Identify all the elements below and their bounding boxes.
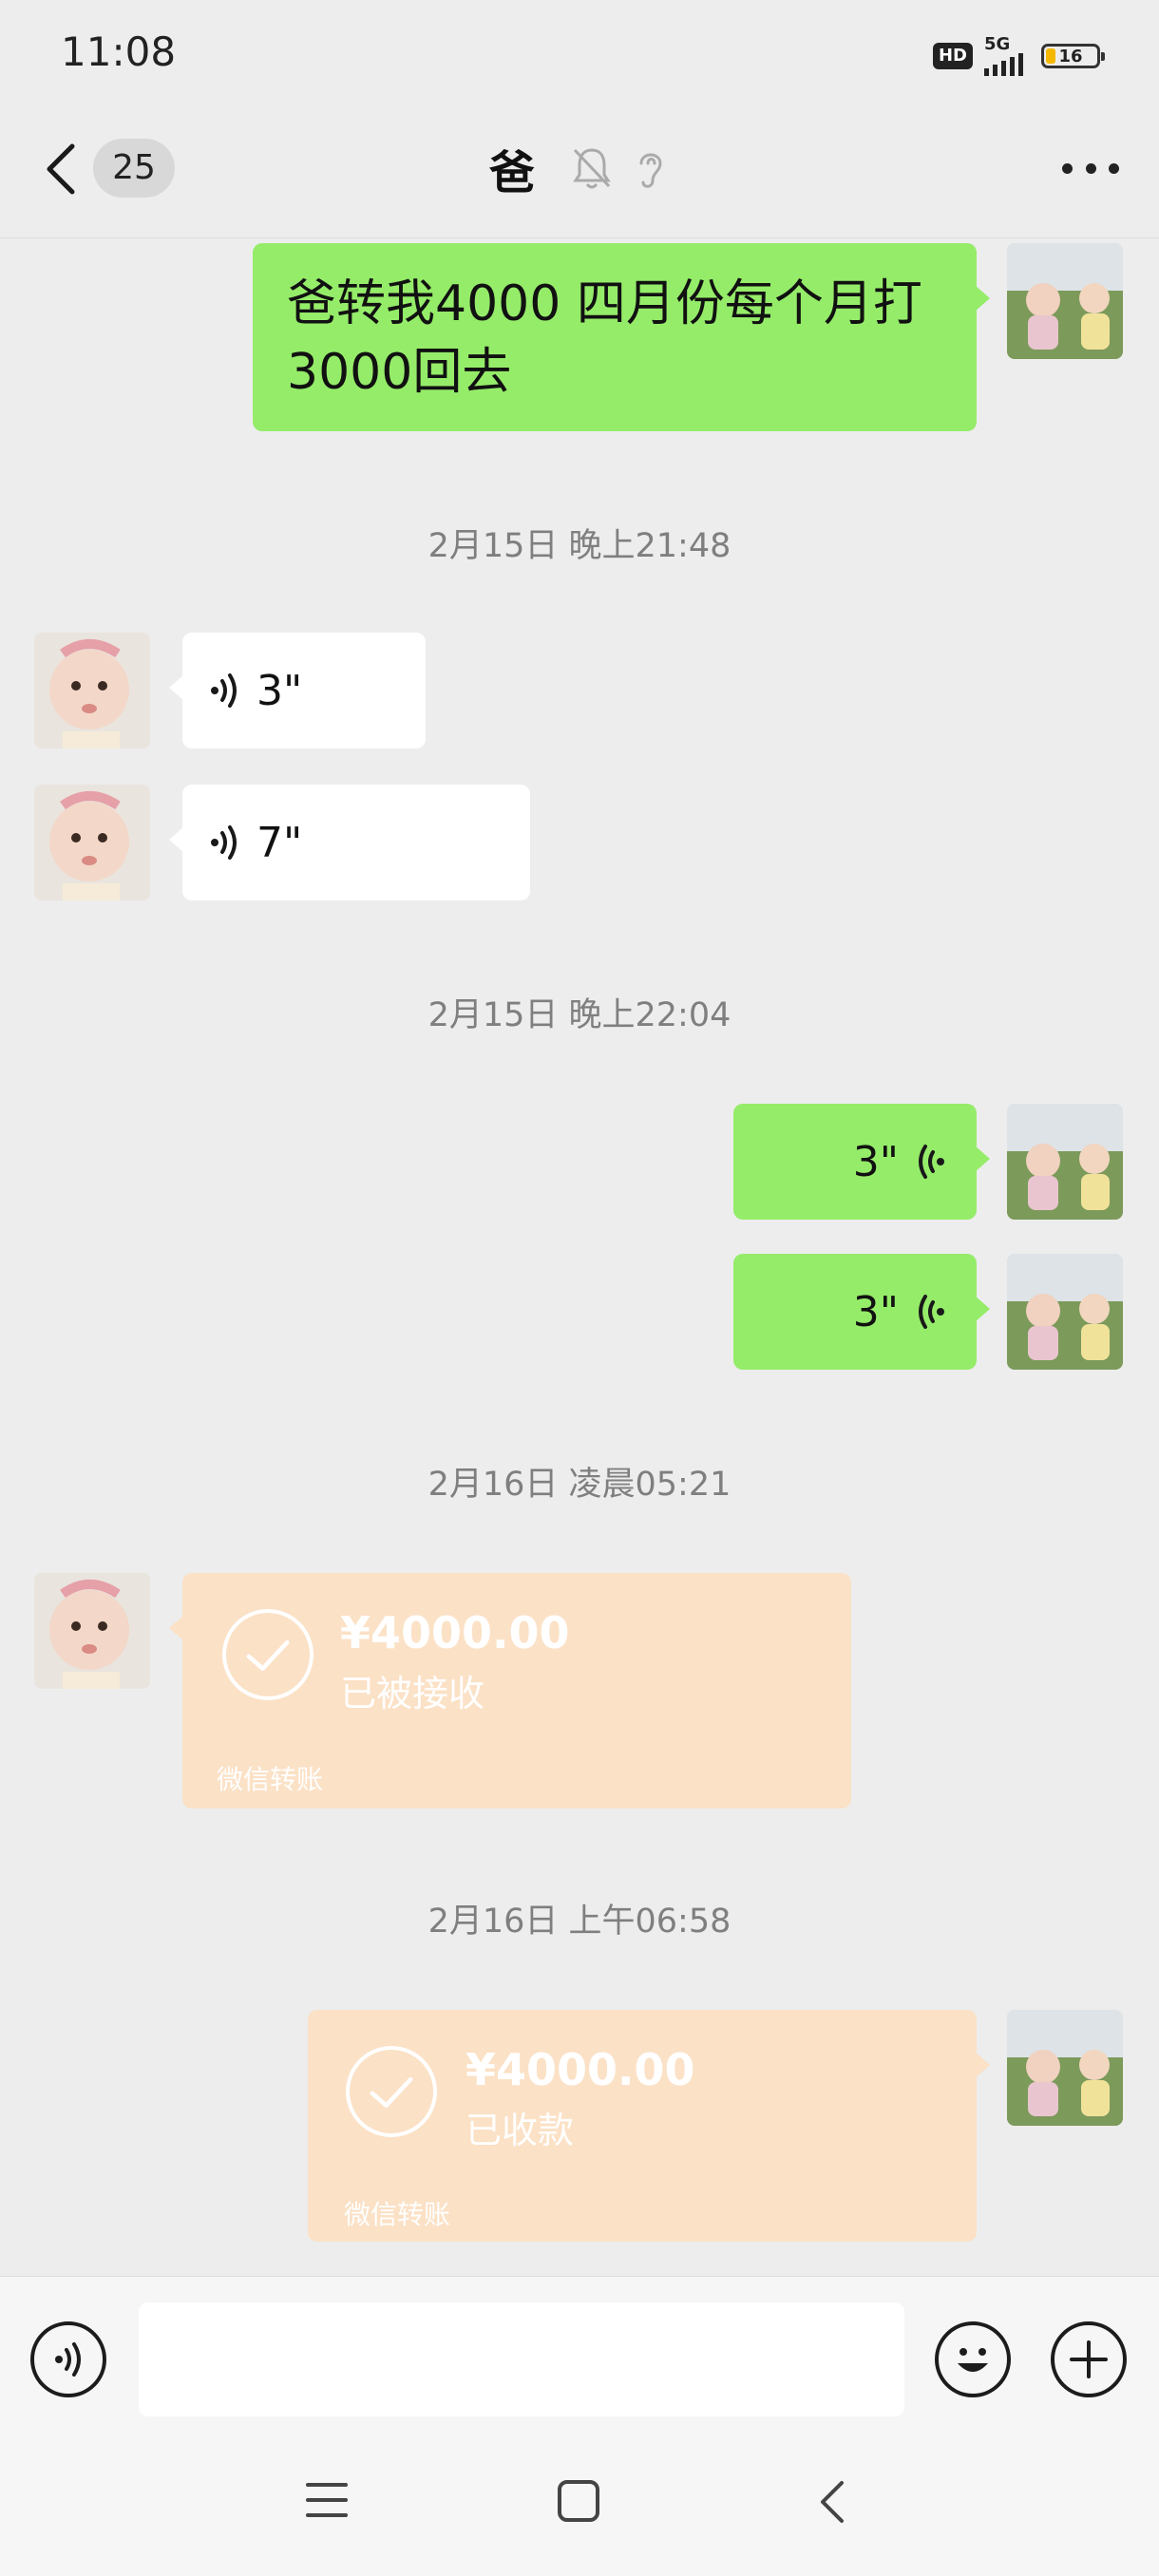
timestamp: 2月16日 凌晨05:21 [428, 1466, 732, 1504]
transfer-footer: 微信转账 [344, 2199, 451, 2230]
transfer-card-received[interactable]: ¥4000.00 已被接收 微信转账 [169, 1573, 851, 1809]
timestamp: 2月15日 晚上22:04 [428, 996, 732, 1034]
plus-icon [1070, 2340, 1108, 2378]
transfer-footer: 微信转账 [217, 1764, 324, 1795]
more-icon[interactable] [1062, 163, 1119, 175]
check-icon [346, 2046, 437, 2137]
transfer-card-sent[interactable]: ¥4000.00 已收款 微信转账 [308, 2010, 990, 2242]
emoji-icon [958, 2348, 988, 2372]
hd-badge: HD [932, 43, 973, 69]
chat-title[interactable]: 爸 [489, 135, 535, 201]
emoji-button[interactable] [935, 2321, 1011, 2397]
signal-bars-icon [984, 53, 1023, 76]
voice-input-icon [55, 2342, 81, 2377]
signal-indicator: 5G [984, 36, 1030, 76]
home-icon[interactable] [557, 2479, 600, 2523]
received-voice-message[interactable]: 3" [169, 633, 426, 748]
transfer-status: 已收款 [466, 2110, 575, 2151]
menu-icon[interactable] [306, 2481, 348, 2519]
battery-level: 16 [1058, 46, 1083, 66]
my-avatar[interactable] [1007, 2010, 1123, 2126]
my-avatar[interactable] [1007, 1104, 1123, 1220]
message-text: 爸转我4000 四月份每个月打3000回去 [287, 275, 922, 401]
earpiece-icon [639, 153, 662, 188]
network-type: 5G [984, 34, 1011, 54]
voice-duration: 3" [256, 666, 303, 715]
plus-button[interactable] [1051, 2321, 1127, 2397]
contact-avatar[interactable] [34, 633, 150, 748]
mute-bell-icon [573, 148, 611, 189]
contact-avatar[interactable] [34, 785, 150, 900]
header-divider [0, 237, 1159, 238]
message-input[interactable] [139, 2302, 904, 2416]
my-avatar[interactable] [1007, 1254, 1123, 1370]
voice-icon [211, 825, 237, 860]
contact-avatar[interactable] [34, 1573, 150, 1689]
my-avatar[interactable] [1007, 243, 1123, 359]
check-icon [222, 1609, 314, 1700]
sent-voice-message[interactable]: 3" [733, 1254, 990, 1370]
transfer-status: 已被接收 [340, 1673, 485, 1714]
sent-text-message[interactable]: 爸转我4000 四月份每个月打3000回去 [253, 243, 990, 431]
voice-icon [919, 1145, 944, 1179]
timestamp: 2月16日 上午06:58 [428, 1903, 732, 1941]
voice-duration: 3" [852, 1137, 899, 1186]
status-icons: HD 5G 16 [932, 36, 1105, 76]
voice-icon [211, 673, 237, 708]
transfer-amount: ¥4000.00 [340, 1607, 570, 1658]
battery-icon: 16 [1041, 44, 1105, 68]
voice-icon [919, 1295, 944, 1329]
sent-voice-message[interactable]: 3" [733, 1104, 990, 1220]
voice-duration: 3" [852, 1287, 899, 1336]
voice-input-button[interactable] [30, 2321, 106, 2397]
timestamp: 2月15日 晚上21:48 [428, 527, 732, 565]
chat-title-bar: 爸 [0, 135, 1159, 201]
transfer-amount: ¥4000.00 [466, 2044, 695, 2095]
status-time: 11:08 [61, 28, 177, 75]
back-nav-icon[interactable] [817, 2479, 847, 2525]
voice-duration: 7" [256, 818, 303, 867]
received-voice-message[interactable]: 7" [169, 785, 530, 900]
